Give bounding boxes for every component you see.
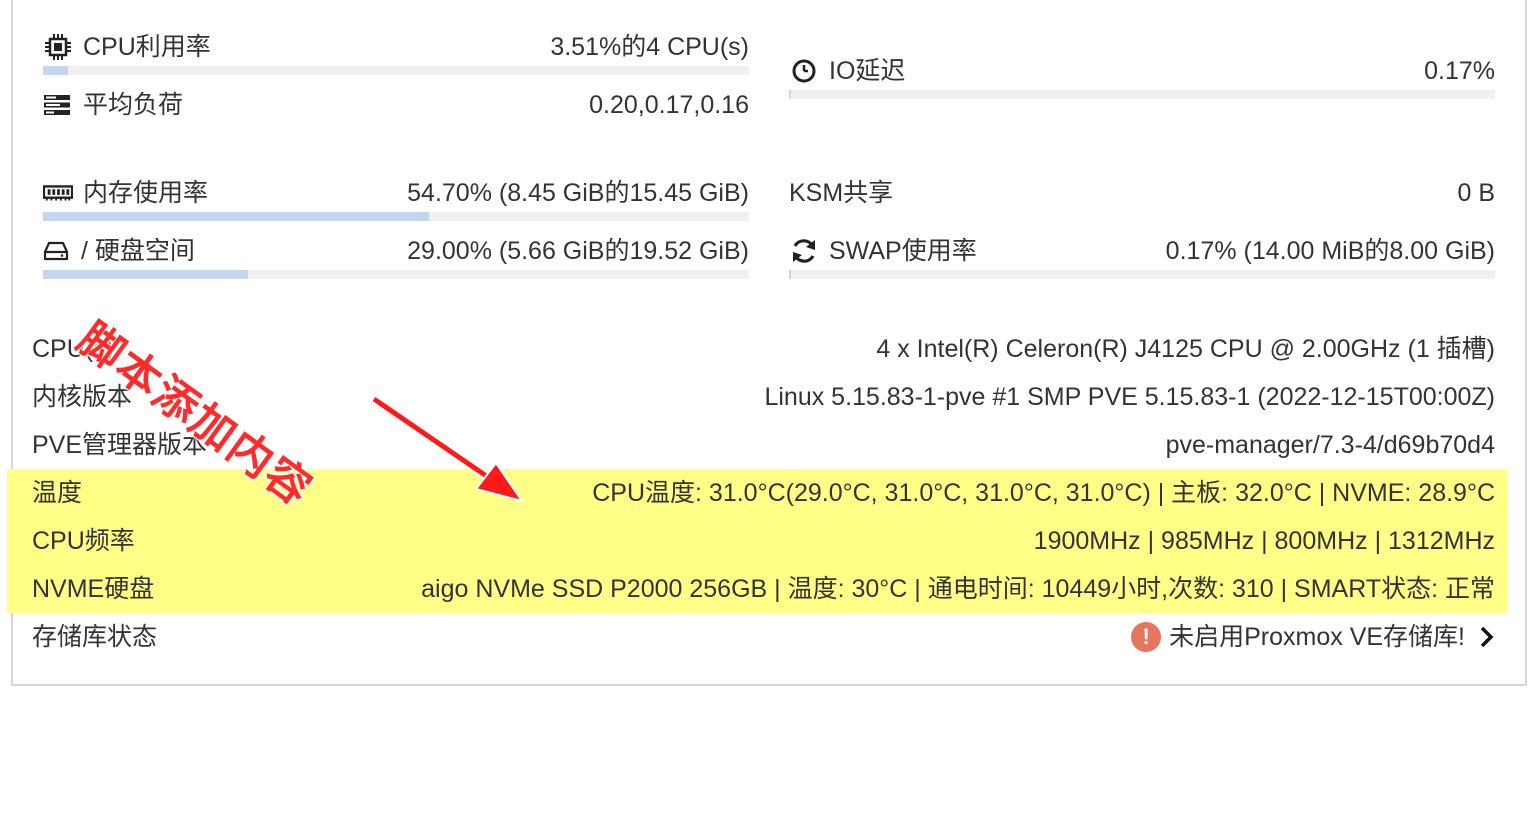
memory-usage-value: 54.70% (8.45 GiB的15.45 GiB) [407, 179, 749, 207]
cpu-model-label: CPU(s) [32, 335, 114, 363]
repository-status-value: 未启用Proxmox VE存储库! [1169, 623, 1465, 651]
repository-status-label: 存储库状态 [32, 623, 158, 651]
disk-usage-label: / 硬盘空间 [81, 237, 195, 265]
swap-usage-stat: SWAP使用率 0.17% (14.00 MiB的8.00 GiB) [789, 233, 1495, 279]
clock-icon [789, 58, 819, 84]
nvme-disk-row: NVME硬盘 aigo NVMe SSD P2000 256GB | 温度: 3… [7, 565, 1507, 613]
exclamation-circle-icon: ! [1131, 622, 1162, 652]
temperature-label: 温度 [32, 479, 83, 507]
chevron-right-icon[interactable] [1479, 625, 1495, 649]
nvme-disk-label: NVME硬盘 [32, 575, 155, 603]
hdd-icon [43, 238, 69, 264]
pve-version-label: PVE管理器版本 [32, 431, 208, 459]
cpu-frequency-row: CPU频率 1900MHz | 985MHz | 800MHz | 1312MH… [7, 517, 1507, 565]
memory-usage-bar [43, 212, 749, 221]
memory-icon [43, 180, 73, 206]
cpu-model-row: CPU(s) 4 x Intel(R) Celeron(R) J4125 CPU… [7, 325, 1507, 373]
load-average-value: 0.20,0.17,0.16 [589, 91, 749, 119]
disk-usage-stat: / 硬盘空间 29.00% (5.66 GiB的19.52 GiB) [43, 233, 749, 279]
ksm-sharing-value: 0 B [1457, 179, 1495, 207]
io-delay-value: 0.17% [1424, 57, 1495, 85]
cpu-usage-stat: CPU利用率 3.51%的4 CPU(s) [43, 29, 749, 75]
nvme-disk-value: aigo NVMe SSD P2000 256GB | 温度: 30°C | 通… [421, 575, 1495, 603]
cpu-usage-value: 3.51%的4 CPU(s) [550, 33, 749, 61]
ksm-sharing-label: KSM共享 [789, 179, 894, 207]
cpu-model-value: 4 x Intel(R) Celeron(R) J4125 CPU @ 2.00… [876, 335, 1495, 363]
temperature-value: CPU温度: 31.0°C(29.0°C, 31.0°C, 31.0°C, 31… [592, 479, 1495, 507]
pve-version-row: PVE管理器版本 pve-manager/7.3-4/d69b70d4 [7, 421, 1507, 469]
io-delay-stat: IO延迟 0.17% [789, 53, 1495, 99]
io-delay-label: IO延迟 [829, 57, 906, 85]
disk-usage-value: 29.00% (5.66 GiB的19.52 GiB) [407, 237, 749, 265]
cpu-chip-icon [43, 34, 73, 60]
kernel-version-value: Linux 5.15.83-1-pve #1 SMP PVE 5.15.83-1… [764, 383, 1495, 411]
temperature-row: 温度 CPU温度: 31.0°C(29.0°C, 31.0°C, 31.0°C,… [7, 469, 1507, 517]
swap-usage-bar [789, 270, 1495, 279]
swap-usage-value: 0.17% (14.00 MiB的8.00 GiB) [1165, 237, 1495, 265]
cpu-usage-bar [43, 66, 749, 75]
tasks-icon [43, 92, 73, 118]
io-delay-bar [789, 90, 1495, 99]
cpu-frequency-label: CPU频率 [32, 527, 135, 555]
memory-usage-label: 内存使用率 [83, 179, 209, 207]
memory-usage-stat: 内存使用率 54.70% (8.45 GiB的15.45 GiB) [43, 175, 749, 221]
cpu-frequency-value: 1900MHz | 985MHz | 800MHz | 1312MHz [1033, 527, 1495, 555]
kernel-version-row: 内核版本 Linux 5.15.83-1-pve #1 SMP PVE 5.15… [7, 373, 1507, 421]
cpu-usage-label: CPU利用率 [83, 33, 211, 61]
pve-version-value: pve-manager/7.3-4/d69b70d4 [1165, 431, 1495, 459]
repository-status-row[interactable]: 存储库状态 ! 未启用Proxmox VE存储库! [7, 613, 1507, 661]
refresh-icon [789, 238, 819, 264]
disk-usage-bar [43, 270, 749, 279]
kernel-version-label: 内核版本 [32, 383, 133, 411]
load-average-stat: 平均负荷 0.20,0.17,0.16 [43, 87, 749, 131]
swap-usage-label: SWAP使用率 [829, 237, 977, 265]
ksm-sharing-stat: KSM共享 0 B [789, 175, 1495, 219]
load-average-label: 平均负荷 [83, 91, 184, 119]
